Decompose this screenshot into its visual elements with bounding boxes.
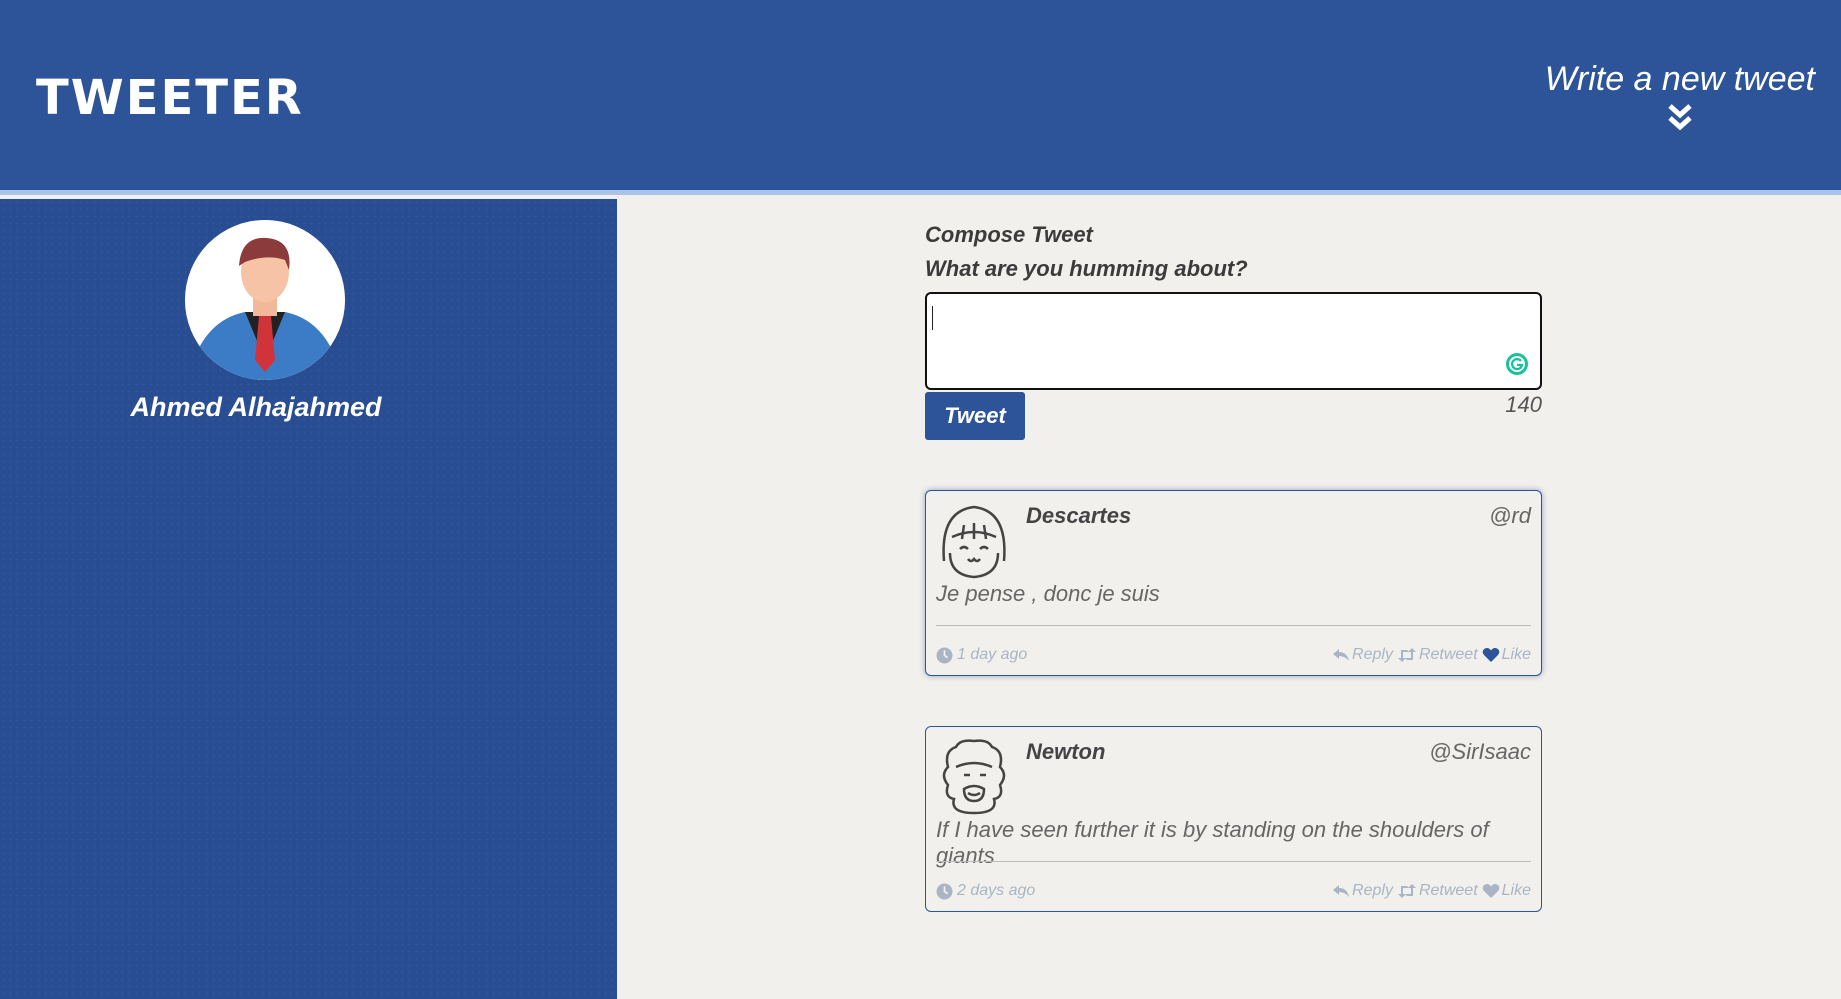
clock-icon xyxy=(936,883,953,899)
tweet-timestamp: 1 day ago xyxy=(936,646,1027,664)
reply-label[interactable]: Reply xyxy=(1352,646,1393,664)
tweet-actions: Reply Retweet Like xyxy=(1332,646,1531,664)
retweet-label[interactable]: Retweet xyxy=(1419,882,1478,900)
tweet-divider xyxy=(936,625,1531,626)
retweet-button[interactable]: Retweet xyxy=(1397,882,1478,900)
girl-avatar-icon xyxy=(942,505,1006,579)
reply-label[interactable]: Reply xyxy=(1352,882,1393,900)
compose-title: Compose Tweet xyxy=(925,222,1093,247)
compose-prompt: What are you humming about? xyxy=(925,256,1248,281)
tweet-author: Newton xyxy=(1026,739,1106,764)
write-new-tweet-toggle[interactable]: Write a new tweet xyxy=(1545,60,1815,131)
businessman-avatar-icon xyxy=(185,220,345,380)
reply-button[interactable]: Reply xyxy=(1332,646,1393,664)
tweet-textarea[interactable] xyxy=(925,292,1542,390)
tweet-card: Descartes @rd Je pense , donc je suis 1 … xyxy=(925,490,1542,676)
user-display-name: Ahmed Alhajahmed xyxy=(130,392,382,422)
tweet-time-label: 2 days ago xyxy=(957,882,1036,899)
tweet-handle: @SirIsaac xyxy=(1429,739,1531,764)
retweet-label[interactable]: Retweet xyxy=(1419,646,1478,664)
top-nav-bar: TWEETER Write a new tweet xyxy=(0,0,1841,195)
like-button[interactable]: Like xyxy=(1482,882,1531,900)
reply-icon[interactable] xyxy=(1332,883,1350,899)
tweet-divider xyxy=(936,861,1531,862)
old-man-avatar-icon xyxy=(942,739,1006,815)
retweet-icon[interactable] xyxy=(1397,883,1417,899)
tweet-handle: @rd xyxy=(1489,503,1531,528)
tweet-footer: 2 days ago Reply Retweet Like xyxy=(936,882,1531,904)
retweet-icon[interactable] xyxy=(1397,647,1417,663)
tweet-actions: Reply Retweet Like xyxy=(1332,882,1531,900)
heart-icon[interactable] xyxy=(1482,883,1500,899)
tweet-timestamp: 2 days ago xyxy=(936,882,1035,900)
retweet-button[interactable]: Retweet xyxy=(1397,646,1478,664)
app-logo: TWEETER xyxy=(36,70,304,126)
like-label[interactable]: Like xyxy=(1502,646,1531,664)
tweet-body: Je pense , donc je suis xyxy=(936,581,1160,606)
tweet-time-label: 1 day ago xyxy=(957,646,1028,663)
reply-icon[interactable] xyxy=(1332,647,1350,663)
write-new-tweet-label[interactable]: Write a new tweet xyxy=(1545,60,1815,99)
like-label[interactable]: Like xyxy=(1502,882,1531,900)
double-chevron-down-icon[interactable] xyxy=(1667,103,1693,131)
user-avatar xyxy=(185,220,345,380)
tweet-author: Descartes xyxy=(1026,503,1132,528)
tweet-footer: 1 day ago Reply Retweet Like xyxy=(936,646,1531,668)
character-counter: 140 xyxy=(1505,392,1542,417)
text-caret xyxy=(932,306,933,330)
compose-tweet-form: Compose Tweet What are you humming about… xyxy=(925,218,1542,440)
tweet-card: Newton @SirIsaac If I have seen further … xyxy=(925,726,1542,912)
tweet-submit-button[interactable]: Tweet xyxy=(925,392,1025,440)
grammarly-icon[interactable] xyxy=(1505,352,1529,376)
like-button[interactable]: Like xyxy=(1482,646,1531,664)
heart-icon[interactable] xyxy=(1482,647,1500,663)
clock-icon xyxy=(936,647,953,663)
reply-button[interactable]: Reply xyxy=(1332,882,1393,900)
